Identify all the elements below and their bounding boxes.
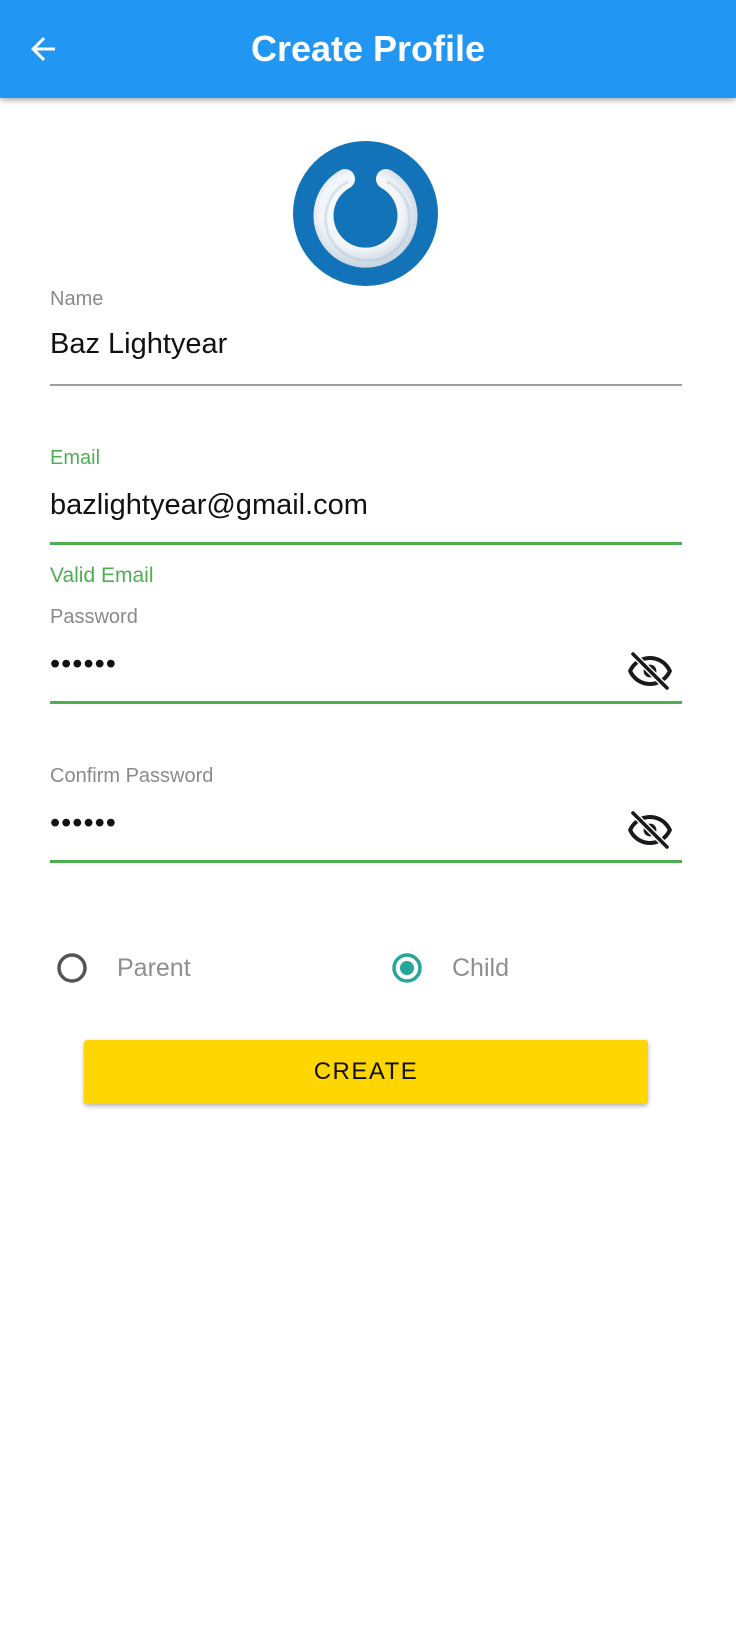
confirm-password-label: Confirm Password: [50, 765, 214, 787]
email-underline: [50, 542, 682, 545]
email-label: Email: [50, 447, 101, 469]
name-underline: [50, 384, 682, 386]
name-input[interactable]: Baz Lightyear: [50, 328, 227, 361]
page-title: Create Profile: [250, 28, 486, 69]
radio-child-label: Child: [452, 953, 509, 982]
confirm-password-input[interactable]: ••••••: [50, 807, 117, 840]
email-helper-text: Valid Email: [50, 564, 154, 587]
power-logo-icon: [293, 141, 438, 286]
radio-parent[interactable]: Parent: [55, 945, 191, 991]
name-field[interactable]: Name Baz Lightyear: [50, 288, 682, 388]
confirm-password-underline: [50, 860, 682, 863]
create-button[interactable]: CREATE: [84, 1040, 648, 1104]
email-field[interactable]: Email bazlightyear@gmail.com: [50, 447, 682, 547]
password-label: Password: [50, 606, 138, 628]
radio-child[interactable]: Child: [390, 945, 509, 991]
confirm-password-field[interactable]: Confirm Password ••••••: [50, 765, 682, 865]
app-logo: [293, 141, 438, 286]
radio-unchecked-icon: [57, 953, 87, 983]
radio-parent-label: Parent: [117, 953, 191, 982]
password-visibility-toggle[interactable]: [624, 646, 676, 698]
email-input[interactable]: bazlightyear@gmail.com: [50, 489, 368, 522]
password-input[interactable]: ••••••: [50, 648, 117, 681]
confirm-password-visibility-toggle[interactable]: [624, 805, 676, 857]
visibility-off-icon: [628, 651, 672, 691]
name-label: Name: [50, 288, 104, 310]
visibility-off-icon: [628, 810, 672, 850]
app-bar: Create Profile: [0, 0, 736, 98]
radio-checked-icon: [392, 953, 422, 983]
password-field[interactable]: Password ••••••: [50, 606, 682, 706]
password-underline: [50, 701, 682, 704]
